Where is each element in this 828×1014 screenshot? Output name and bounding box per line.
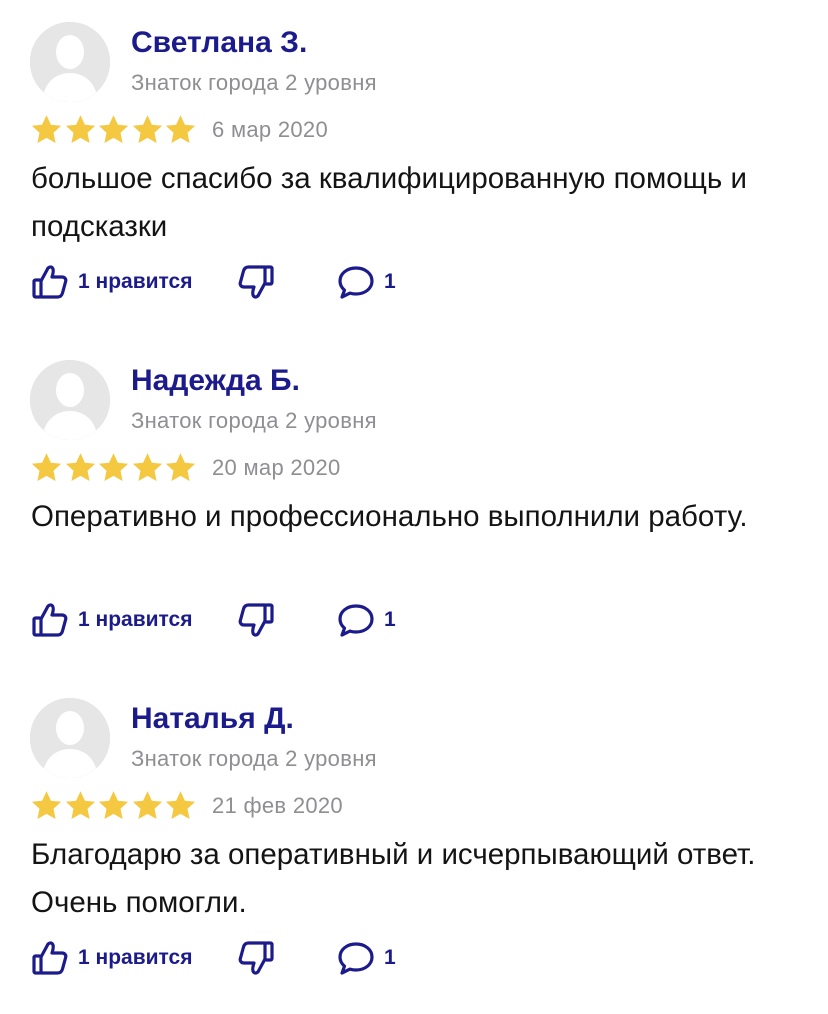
thumbs-down-icon xyxy=(238,941,274,975)
review-text: большое спасибо за квалифицированную пом… xyxy=(31,162,747,243)
thumbs-up-icon xyxy=(32,265,68,299)
rating-stars xyxy=(30,112,198,146)
avatar[interactable] xyxy=(30,698,110,778)
review-date: 6 мар 2020 xyxy=(212,117,328,142)
user-silhouette-icon xyxy=(30,22,110,102)
thumbs-down-icon xyxy=(238,603,274,637)
rating-stars xyxy=(30,450,198,484)
star-icon xyxy=(65,452,95,481)
star-icon xyxy=(165,452,196,481)
star-icon xyxy=(98,114,129,143)
review-actions: 1 нравится 1 xyxy=(30,600,430,640)
like-button[interactable]: 1 нравится xyxy=(30,262,192,302)
rating-stars xyxy=(30,788,198,822)
star-icon xyxy=(65,790,95,819)
dislike-button[interactable] xyxy=(236,262,276,302)
avatar[interactable] xyxy=(30,360,110,440)
comments-button[interactable]: 1 xyxy=(336,600,396,640)
author-name[interactable]: Наталья Д. xyxy=(131,702,294,736)
like-count: 1 нравится xyxy=(78,946,193,969)
star-icon xyxy=(132,452,162,481)
like-button[interactable]: 1 нравится xyxy=(30,600,192,640)
review-card: Светлана З. Знаток города 2 уровня 6 мар… xyxy=(0,0,828,338)
star-icon xyxy=(65,114,95,143)
author-name[interactable]: Светлана З. xyxy=(131,26,307,60)
comment-count: 1 xyxy=(384,270,396,293)
star-icon xyxy=(165,790,196,819)
review-date: 20 мар 2020 xyxy=(212,455,341,480)
comment-bubble-icon xyxy=(338,266,374,299)
user-silhouette-icon xyxy=(30,360,110,440)
user-silhouette-icon xyxy=(30,698,110,778)
star-icon xyxy=(132,114,162,143)
review-date: 21 фев 2020 xyxy=(212,793,343,818)
star-icon xyxy=(132,790,162,819)
star-icon xyxy=(31,114,62,143)
star-icon xyxy=(31,790,62,819)
thumbs-down-icon xyxy=(238,265,274,299)
review-text: Благодарю за оперативный и исчерпывающий… xyxy=(31,838,756,919)
author-level: Знаток города 2 уровня xyxy=(131,408,377,433)
star-icon xyxy=(98,790,129,819)
comments-button[interactable]: 1 xyxy=(336,262,396,302)
like-button[interactable]: 1 нравится xyxy=(30,938,192,978)
review-actions: 1 нравится 1 xyxy=(30,262,430,302)
comment-bubble-icon xyxy=(338,942,374,975)
thumbs-up-icon xyxy=(32,603,68,637)
avatar[interactable] xyxy=(30,22,110,102)
review-card: Наталья Д. Знаток города 2 уровня 21 фев… xyxy=(0,676,828,1014)
dislike-button[interactable] xyxy=(236,600,276,640)
dislike-button[interactable] xyxy=(236,938,276,978)
star-icon xyxy=(165,114,196,143)
review-text: Оперативно и профессионально выполнили р… xyxy=(31,500,748,533)
author-level: Знаток города 2 уровня xyxy=(131,746,377,771)
like-count: 1 нравится xyxy=(78,270,193,293)
author-name[interactable]: Надежда Б. xyxy=(131,364,300,398)
star-icon xyxy=(98,452,129,481)
comment-bubble-icon xyxy=(338,604,374,637)
like-count: 1 нравится xyxy=(78,608,193,631)
star-icon xyxy=(31,452,62,481)
thumbs-up-icon xyxy=(32,941,68,975)
comments-button[interactable]: 1 xyxy=(336,938,396,978)
comment-count: 1 xyxy=(384,946,396,969)
review-actions: 1 нравится 1 xyxy=(30,938,430,978)
comment-count: 1 xyxy=(384,608,396,631)
review-card: Надежда Б. Знаток города 2 уровня 20 мар… xyxy=(0,338,828,676)
author-level: Знаток города 2 уровня xyxy=(131,70,377,95)
